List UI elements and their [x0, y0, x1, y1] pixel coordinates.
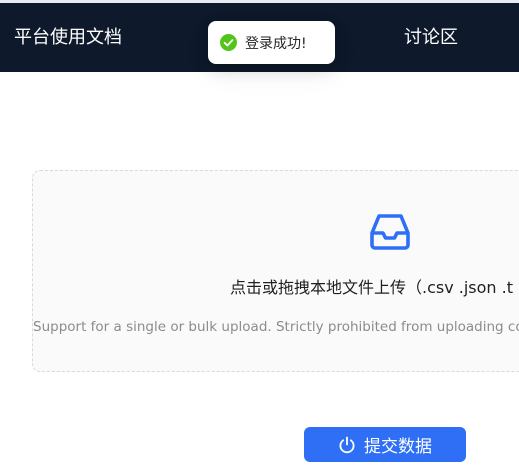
check-circle-icon [220, 34, 237, 51]
nav-link-platform-docs[interactable]: 平台使用文档 [14, 25, 122, 51]
file-upload-dropzone[interactable]: 点击或拖拽本地文件上传（.csv .json .t Support for a … [32, 170, 519, 372]
submit-data-button[interactable]: 提交数据 [304, 427, 466, 462]
nav-link-discussion[interactable]: 讨论区 [404, 25, 458, 51]
submit-button-label: 提交数据 [364, 437, 432, 457]
power-icon [338, 436, 356, 454]
upload-description: Support for a single or bulk upload. Str… [33, 319, 519, 335]
login-success-toast: 登录成功! [208, 21, 335, 64]
upload-hint-text: 点击或拖拽本地文件上传（.csv .json .t [230, 278, 514, 297]
inbox-icon [368, 209, 412, 253]
toast-message: 登录成功! [245, 35, 307, 52]
